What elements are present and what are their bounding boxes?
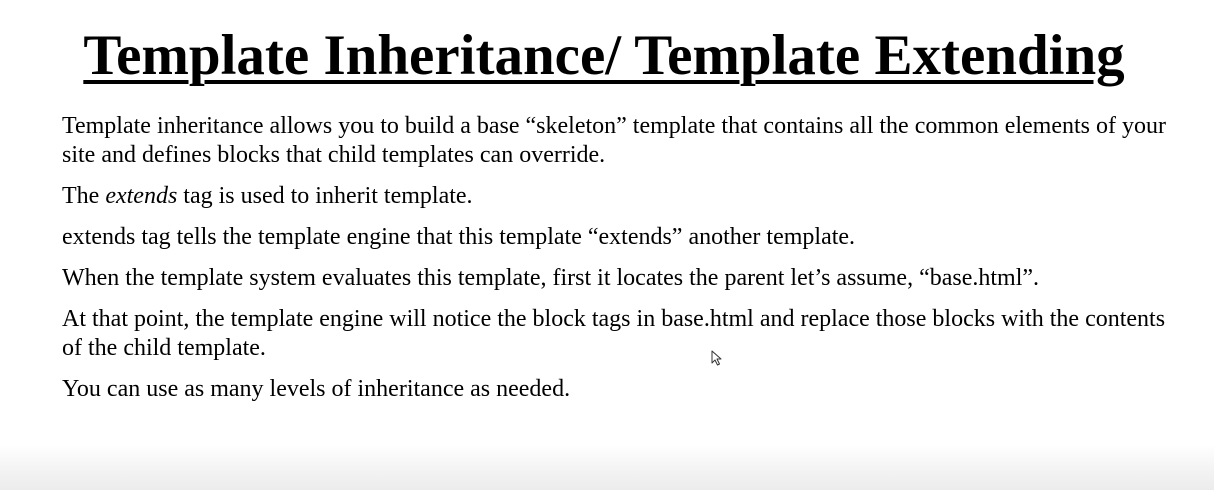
paragraph-evaluation: When the template system evaluates this … [62,265,1040,291]
paragraph-extends-suffix: tag is used to inherit template. [177,183,473,209]
paragraph-template-inheritance: Template inheritance allows you to build… [62,113,1166,168]
paragraph-block-replacement: At that point, the template engine will … [62,306,1166,361]
slide-body: Template inheritance allows you to build… [62,112,1172,416]
mouse-pointer-icon [711,350,722,366]
extends-keyword: extends [105,183,178,209]
slide: Template Inheritance/ Template Extending… [0,0,1214,490]
slide-title: Template Inheritance/ Template Extending [83,24,1125,87]
paragraph-extends-engine: extends tag tells the template engine th… [62,224,856,250]
paragraph-extends-tag: The extends tag is used to inherit templ… [62,182,1172,211]
paragraph-levels: You can use as many levels of inheritanc… [62,376,571,402]
paragraph-extends-prefix: The [62,183,106,209]
